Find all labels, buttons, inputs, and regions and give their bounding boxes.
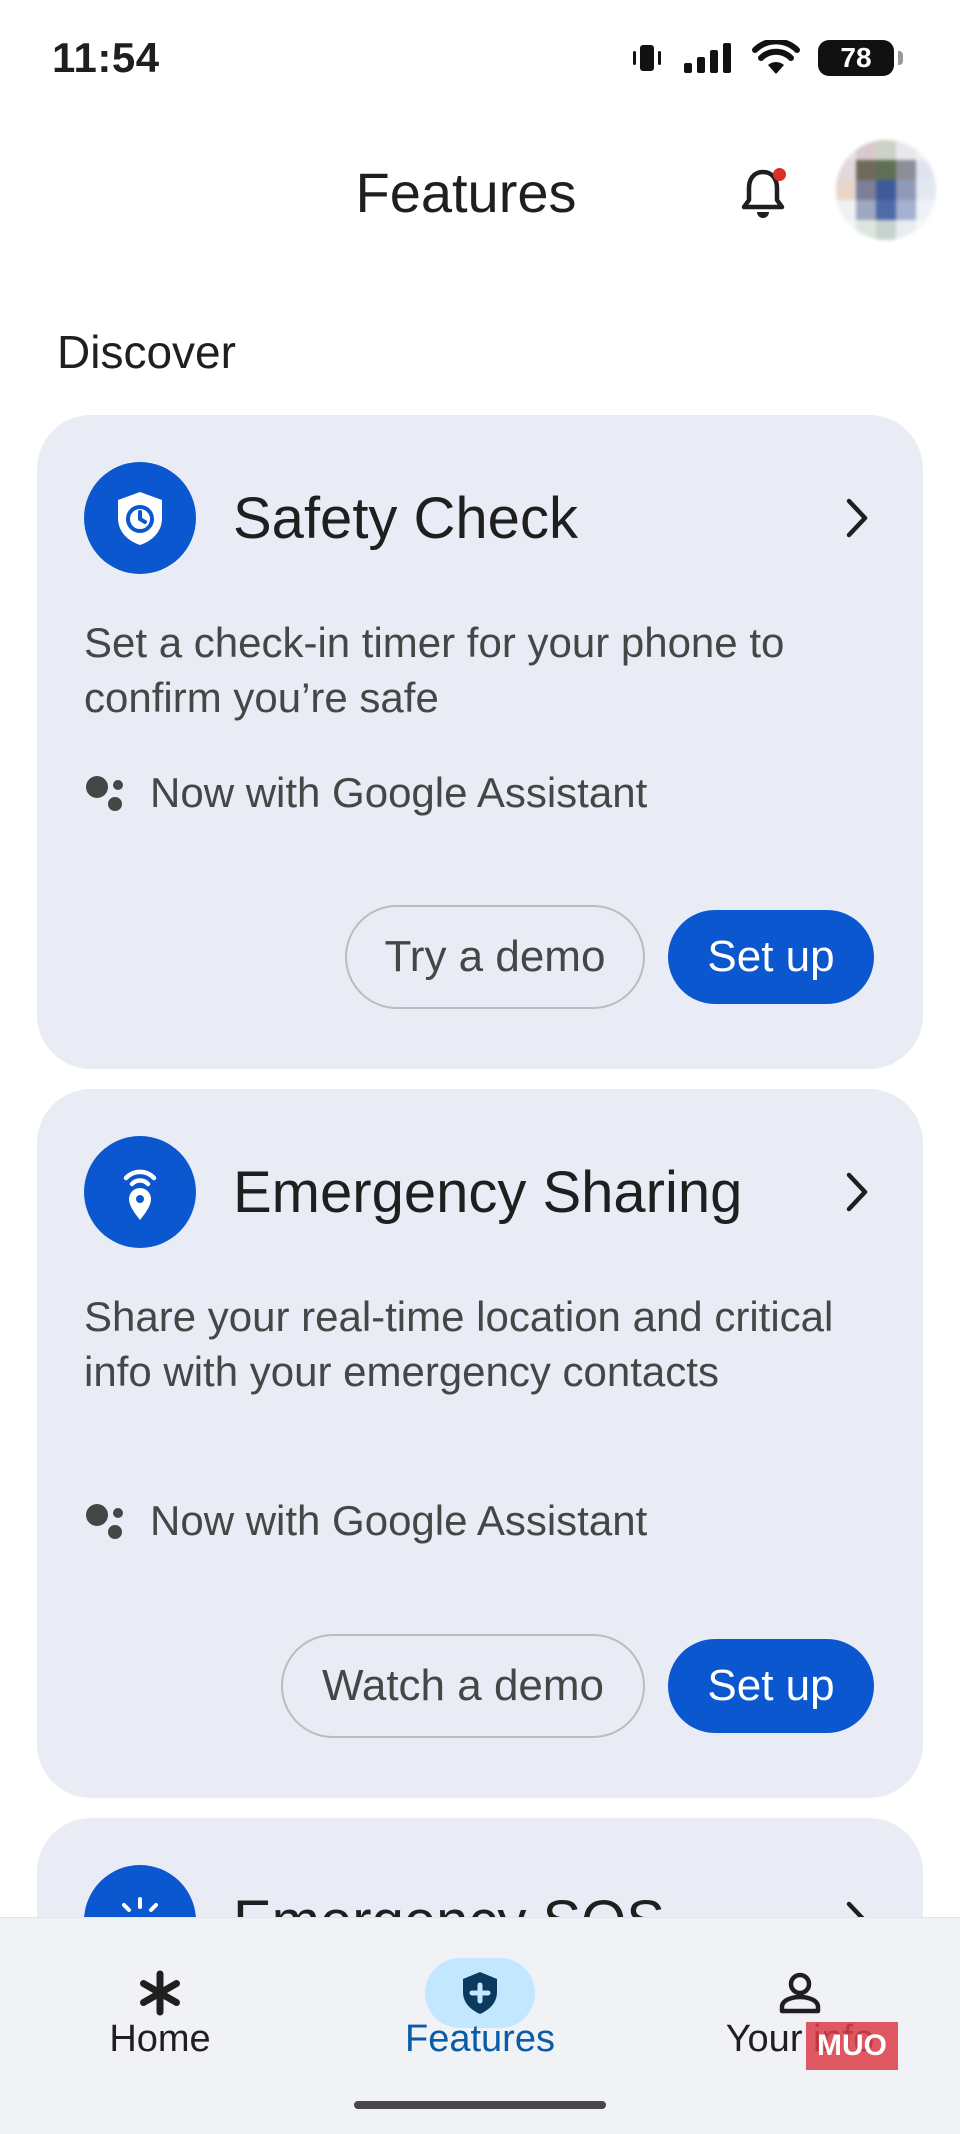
- chevron-right-icon[interactable]: [837, 493, 877, 543]
- assistant-note-text: Now with Google Assistant: [150, 1497, 648, 1544]
- google-assistant-icon: [86, 776, 123, 811]
- nav-item-features[interactable]: Features: [350, 1918, 610, 2098]
- card-description: Set a check-in timer for your phone to c…: [84, 619, 785, 721]
- notifications-button[interactable]: [738, 166, 788, 222]
- nav-label: Home: [109, 2018, 211, 2060]
- set-up-button[interactable]: Set up: [668, 910, 874, 1004]
- nav-item-home[interactable]: Home: [30, 1918, 290, 2098]
- emergency-sharing-icon: [84, 1136, 196, 1248]
- status-icons: 78: [630, 40, 903, 76]
- notification-dot: [773, 168, 786, 181]
- section-title: Discover: [57, 326, 236, 378]
- watermark: MUO: [806, 2022, 898, 2070]
- wifi-icon: [752, 40, 800, 76]
- watch-demo-button[interactable]: Watch a demo: [281, 1634, 645, 1738]
- try-demo-button[interactable]: Try a demo: [345, 905, 645, 1009]
- card-description: Share your real-time location and critic…: [84, 1293, 834, 1395]
- assistant-note-text: Now with Google Assistant: [150, 769, 648, 816]
- home-indicator[interactable]: [354, 2101, 606, 2109]
- nav-item-your-info[interactable]: Your info: [670, 1918, 930, 2098]
- nav-label: Features: [405, 2018, 555, 2060]
- emergency-sharing-card[interactable]: Emergency Sharing Share your real-time l…: [37, 1089, 923, 1798]
- vibrate-icon: [630, 41, 664, 75]
- page-title: Features: [355, 161, 577, 224]
- chevron-right-icon[interactable]: [837, 1167, 877, 1217]
- card-title: Emergency Sharing: [233, 1160, 743, 1225]
- assistant-note: Now with Google Assistant: [84, 1497, 647, 1545]
- battery-indicator: 78: [818, 40, 903, 76]
- signal-icon: [682, 41, 734, 75]
- safety-check-icon: [84, 462, 196, 574]
- card-title: Safety Check: [233, 486, 578, 551]
- status-time: 11:54: [52, 34, 160, 81]
- google-assistant-icon: [86, 1504, 123, 1539]
- status-bar: 11:54 78: [0, 0, 960, 118]
- avatar[interactable]: [836, 140, 936, 240]
- assistant-note: Now with Google Assistant: [84, 769, 647, 817]
- set-up-button[interactable]: Set up: [668, 1639, 874, 1733]
- safety-check-card[interactable]: Safety Check Set a check-in timer for yo…: [37, 415, 923, 1069]
